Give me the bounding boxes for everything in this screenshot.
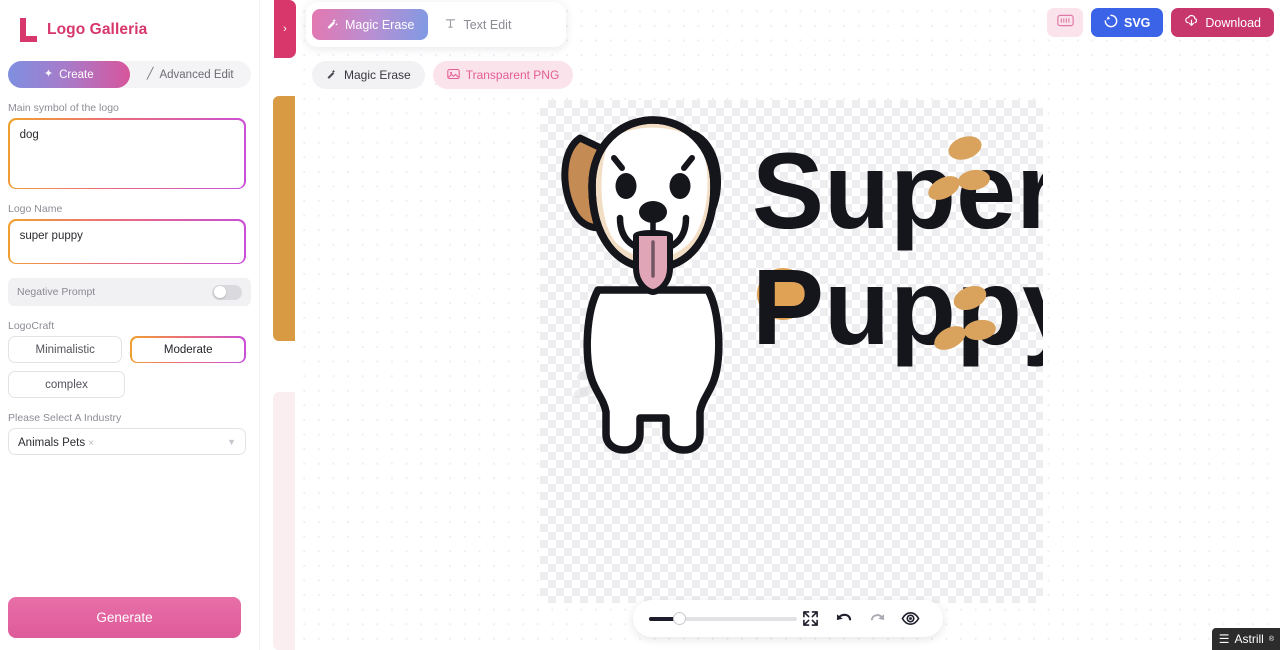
cloud-download-icon: [1184, 14, 1199, 31]
tab-text-edit[interactable]: Text Edit: [430, 9, 525, 40]
keyboard-icon: [1056, 14, 1074, 32]
tab-advanced-edit[interactable]: ╱ Advanced Edit: [130, 61, 252, 88]
zoom-slider-knob[interactable]: [673, 611, 686, 625]
preview-eye-icon[interactable]: [894, 602, 927, 636]
main-symbol-field-wrapper: dog: [8, 118, 246, 190]
dog-illustration: [561, 116, 723, 454]
registered-mark-icon: ®: [1268, 635, 1274, 643]
hamburger-menu-icon[interactable]: ☰: [1219, 633, 1230, 645]
industry-label: Please Select A Industry: [8, 412, 122, 425]
brand-name: Logo Galleria: [47, 21, 148, 38]
astrill-label: Astrill: [1234, 632, 1264, 646]
logocraft-option-complex[interactable]: complex: [8, 371, 125, 399]
orange-panel-edge[interactable]: [273, 96, 295, 341]
logo-name-label: Logo Name: [8, 203, 63, 216]
download-button[interactable]: Download: [1171, 8, 1274, 37]
logocraft-option-minimalistic[interactable]: Minimalistic: [8, 336, 123, 364]
pink-panel-edge[interactable]: [273, 392, 295, 650]
canvas-action-pills: Magic Erase Transparent PNG: [312, 61, 574, 89]
svg-export-label: SVG: [1124, 15, 1151, 30]
logo-text-line-2: Puppy: [752, 246, 1043, 367]
canvas-area: Magic Erase Text Edit Magic Erase Transp…: [295, 0, 1280, 650]
tab-create[interactable]: ✦ Create: [8, 61, 130, 88]
canvas-top-right-actions: SVG Download: [1047, 8, 1274, 37]
canvas-tool-tabs: Magic Erase Text Edit: [306, 2, 566, 47]
tab-create-label: Create: [59, 68, 94, 81]
image-icon: [446, 68, 460, 83]
mode-segmented-control: ✦ Create ╱ Advanced Edit: [8, 61, 251, 88]
undo-icon[interactable]: [827, 602, 860, 636]
logocraft-option-moderate[interactable]: Moderate: [130, 336, 246, 364]
logo-artwork: Super Puppy: [561, 116, 1043, 454]
text-cursor-icon: [444, 17, 457, 33]
negative-prompt-row: Negative Prompt: [8, 278, 251, 307]
logo-name-field-wrapper: super puppy: [8, 219, 246, 265]
industry-clear-icon[interactable]: ×: [88, 438, 94, 449]
fit-screen-icon[interactable]: [794, 602, 827, 636]
svg-export-button[interactable]: SVG: [1091, 8, 1164, 37]
canvas-bottom-toolbar: [633, 600, 943, 637]
tab-advanced-edit-label: Advanced Edit: [159, 68, 234, 81]
left-sidebar: Logo Galleria ✦ Create ╱ Advanced Edit M…: [0, 0, 260, 650]
tab-magic-erase[interactable]: Magic Erase: [312, 9, 429, 40]
main-symbol-input[interactable]: dog: [9, 119, 245, 188]
logocraft-moderate-label: Moderate: [132, 337, 245, 362]
app-root: Logo Galleria ✦ Create ╱ Advanced Edit M…: [0, 0, 1280, 650]
pill-magic-erase-label: Magic Erase: [344, 68, 411, 82]
redo-icon[interactable]: [860, 602, 893, 636]
toggle-knob: [213, 286, 226, 299]
logo-name-input[interactable]: super puppy: [9, 220, 245, 263]
tab-text-edit-label: Text Edit: [463, 17, 512, 32]
magic-wand-icon: [326, 17, 339, 33]
main-symbol-label: Main symbol of the logo: [8, 102, 119, 114]
brand-header: Logo Galleria: [0, 0, 259, 46]
pill-transparent-png-label: Transparent PNG: [465, 68, 560, 82]
pill-magic-erase[interactable]: Magic Erase: [312, 61, 425, 89]
zoom-slider[interactable]: [649, 611, 797, 626]
chevron-right-icon: ›: [283, 23, 287, 35]
negative-prompt-toggle[interactable]: [212, 284, 242, 300]
wand-icon: ╱: [146, 68, 154, 80]
sidebar-collapse-toggle[interactable]: ›: [274, 0, 296, 58]
industry-select[interactable]: Animals Pets × ▼: [8, 428, 246, 456]
download-button-label: Download: [1205, 15, 1261, 30]
logo-text-line-1: Super: [752, 130, 1043, 251]
logo-galleria-mark-icon: [20, 18, 38, 42]
logocraft-complex-label: complex: [45, 378, 88, 391]
negative-prompt-label: Negative Prompt: [17, 286, 96, 299]
astrill-vpn-widget[interactable]: ☰ Astrill ®: [1211, 628, 1280, 650]
keyboard-icon-button[interactable]: [1047, 8, 1083, 37]
generate-button[interactable]: Generate: [8, 597, 241, 638]
logocraft-minimalistic-label: Minimalistic: [35, 343, 95, 356]
logocraft-options-row-2: complex: [8, 371, 246, 399]
logocraft-options-row-1: Minimalistic Moderate: [8, 336, 246, 364]
sparkle-icon: ✦: [43, 68, 54, 80]
generate-button-label: Generate: [96, 610, 153, 625]
artboard-canvas[interactable]: Super Puppy: [540, 100, 1043, 603]
logocraft-label: LogoCraft: [8, 320, 55, 333]
pill-transparent-png[interactable]: Transparent PNG: [432, 61, 574, 89]
magic-wand-icon: [326, 68, 338, 83]
chevron-down-icon: ▼: [227, 436, 236, 447]
collapsed-panel-strip: ›: [260, 0, 296, 650]
tab-magic-erase-label: Magic Erase: [345, 17, 415, 32]
svg-badge-icon: [1104, 14, 1118, 31]
industry-selected-value: Animals Pets: [18, 436, 86, 449]
